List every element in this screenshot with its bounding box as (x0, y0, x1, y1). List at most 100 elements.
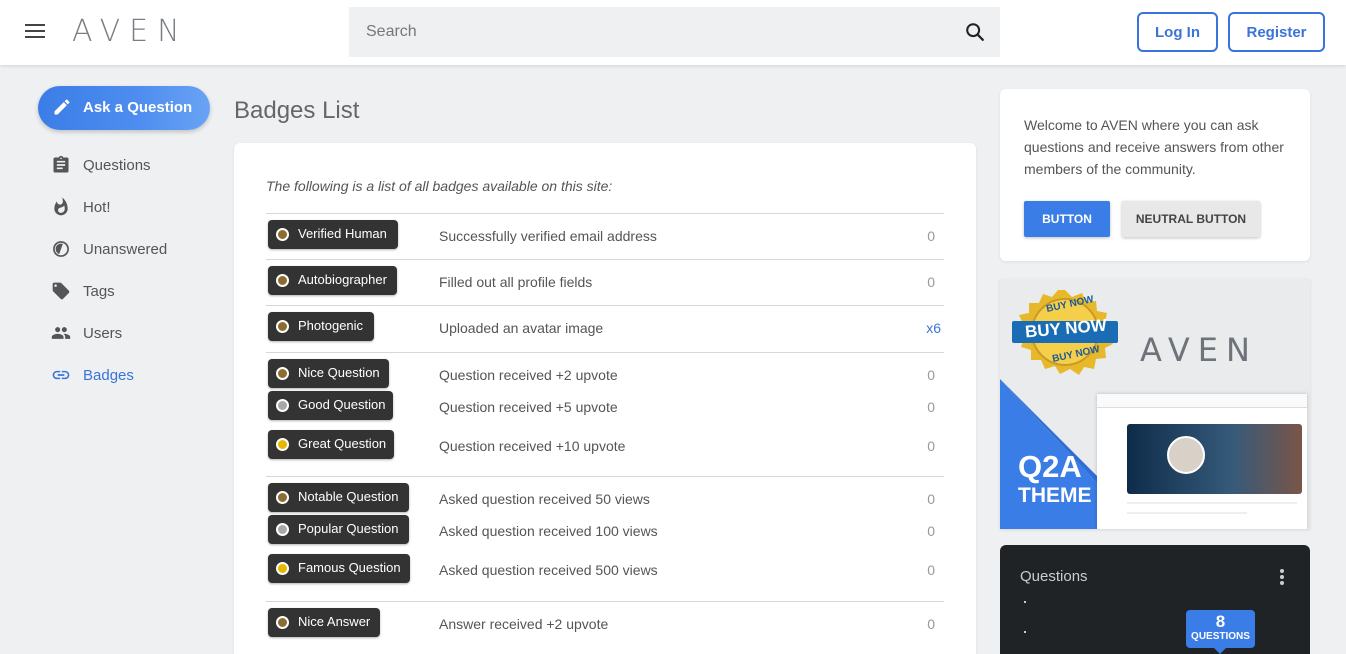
badge-description: Filled out all profile fields (439, 274, 593, 290)
questions-widget: Questions 8 QUESTIONS (1000, 545, 1310, 654)
theme-preview-image (1097, 394, 1307, 529)
badge-level-icon (276, 274, 289, 287)
site-logo[interactable]: AVEN (72, 14, 189, 49)
sidebar-item-badges[interactable]: Badges (38, 354, 218, 396)
badge-row: Verified Human Successfully verified emai… (266, 213, 944, 259)
badge-name: Popular Question (298, 521, 399, 536)
badge-level-icon (276, 320, 289, 333)
badge-pill[interactable]: Nice Question (268, 359, 389, 388)
users-icon (51, 327, 71, 339)
search-icon[interactable] (964, 21, 986, 43)
badge-description: Uploaded an avatar image (439, 320, 604, 336)
badge-pill[interactable]: Famous Question (268, 554, 410, 583)
search-input[interactable] (349, 7, 949, 57)
badge-name: Nice Question (298, 365, 380, 380)
badges-table: Verified Human Successfully verified emai… (266, 213, 944, 647)
pencil-icon (54, 99, 70, 115)
badge-count: 0 (927, 562, 935, 578)
flame-icon (54, 197, 68, 216)
badge-row: Famous Question Asked question received 5… (266, 554, 944, 601)
badge-description: Question received +5 upvote (439, 399, 618, 415)
badge-pill[interactable]: Good Question (268, 391, 393, 420)
badge-pill[interactable]: Nice Answer (268, 608, 380, 637)
questions-count-badge: 8 QUESTIONS (1186, 610, 1255, 654)
chart-point (1024, 631, 1026, 633)
badge-level-icon (276, 491, 289, 504)
badge-count[interactable]: x6 (926, 320, 941, 336)
sidebar-item-label: Tags (83, 283, 115, 300)
badge-count: 0 (927, 523, 935, 539)
questions-count-label: QUESTIONS (1191, 631, 1250, 642)
tag-icon (52, 282, 70, 300)
page-title: Badges List (234, 97, 360, 124)
sidebar-item-tags[interactable]: Tags (38, 270, 218, 312)
badge-row: Autobiographer Filled out all profile fie… (266, 259, 944, 305)
sidebar-item-users[interactable]: Users (38, 312, 218, 354)
badge-pill[interactable]: Verified Human (268, 220, 398, 249)
badge-count: 0 (927, 491, 935, 507)
badge-name: Famous Question (298, 560, 401, 575)
badge-count: 0 (927, 367, 935, 383)
badges-card: The following is a list of all badges av… (234, 143, 976, 654)
menu-icon[interactable] (25, 24, 45, 40)
badge-row: Good Question Question received +5 upvote… (266, 391, 944, 430)
sidebar-item-label: Questions (83, 157, 151, 174)
sidebar-item-label: Users (83, 325, 123, 342)
chart-point (1024, 601, 1026, 603)
badge-description: Question received +2 upvote (439, 367, 618, 383)
badge-level-icon (276, 616, 289, 629)
badge-level-icon (276, 438, 289, 451)
register-button[interactable]: Register (1228, 12, 1325, 52)
badge-count: 0 (927, 228, 935, 244)
neutral-button[interactable]: NEUTRAL BUTTON (1122, 201, 1260, 237)
badge-level-icon (276, 562, 289, 575)
badge-name: Great Question (298, 436, 387, 451)
ask-question-button[interactable]: Ask a Question (38, 86, 210, 130)
badge-count: 0 (927, 438, 935, 454)
sidebar-item-questions[interactable]: Questions (38, 144, 218, 186)
sidebar-nav: Questions Hot! Unanswered Tags Users Bad… (38, 144, 218, 396)
badge-name: Photogenic (298, 318, 364, 333)
badge-name: Autobiographer (298, 272, 387, 287)
badge-description: Answer received +2 upvote (439, 616, 609, 632)
badge-pill[interactable]: Autobiographer (268, 266, 397, 295)
sidebar-item-label: Badges (83, 367, 134, 384)
promo-title: Q2A (1018, 449, 1082, 484)
badge-row: Nice Answer Answer received +2 upvote 0 (266, 601, 944, 647)
badge-pill[interactable]: Popular Question (268, 515, 409, 544)
welcome-text: Welcome to AVEN where you can ask questi… (1024, 117, 1284, 177)
badge-name: Verified Human (298, 226, 387, 241)
badge-pill[interactable]: Great Question (268, 430, 394, 459)
badge-count: 0 (927, 399, 935, 415)
badge-level-icon (276, 228, 289, 241)
primary-button[interactable]: BUTTON (1024, 201, 1110, 237)
promo-subtitle: THEME (1018, 484, 1092, 507)
badge-level-icon (276, 399, 289, 412)
sidebar-item-label: Hot! (83, 199, 111, 216)
ask-question-label: Ask a Question (83, 99, 193, 116)
badge-pill[interactable]: Notable Question (268, 483, 409, 512)
sidebar-item-hot[interactable]: Hot! (38, 186, 218, 228)
badge-level-icon (276, 367, 289, 380)
link-icon (52, 370, 70, 380)
questions-count: 8 (1215, 612, 1226, 631)
badge-row: Notable Question Asked question received … (266, 476, 944, 515)
badge-description: Asked question received 50 views (439, 491, 650, 507)
badge-description: Successfully verified email address (439, 228, 657, 244)
badge-count: 0 (927, 616, 935, 632)
search-bar (349, 7, 1000, 57)
more-vert-icon[interactable] (1280, 569, 1284, 585)
sidebar-item-unanswered[interactable]: Unanswered (38, 228, 218, 270)
badge-count: 0 (927, 274, 935, 290)
sidebar-item-label: Unanswered (83, 241, 168, 258)
promo-logo: AVEN (1140, 331, 1258, 369)
login-button[interactable]: Log In (1137, 12, 1218, 52)
promo-banner[interactable]: BUY NOW BUY NOW BUY NOW AVEN Q2A THEME (1000, 279, 1310, 529)
top-header: AVEN Log In Register (0, 0, 1346, 65)
questions-widget-title: Questions (1020, 568, 1088, 585)
badge-description: Asked question received 100 views (439, 523, 658, 539)
badges-intro: The following is a list of all badges av… (266, 178, 613, 194)
badge-row: Popular Question Asked question received … (266, 515, 944, 554)
badge-pill[interactable]: Photogenic (268, 312, 374, 341)
badge-name: Good Question (298, 397, 386, 412)
